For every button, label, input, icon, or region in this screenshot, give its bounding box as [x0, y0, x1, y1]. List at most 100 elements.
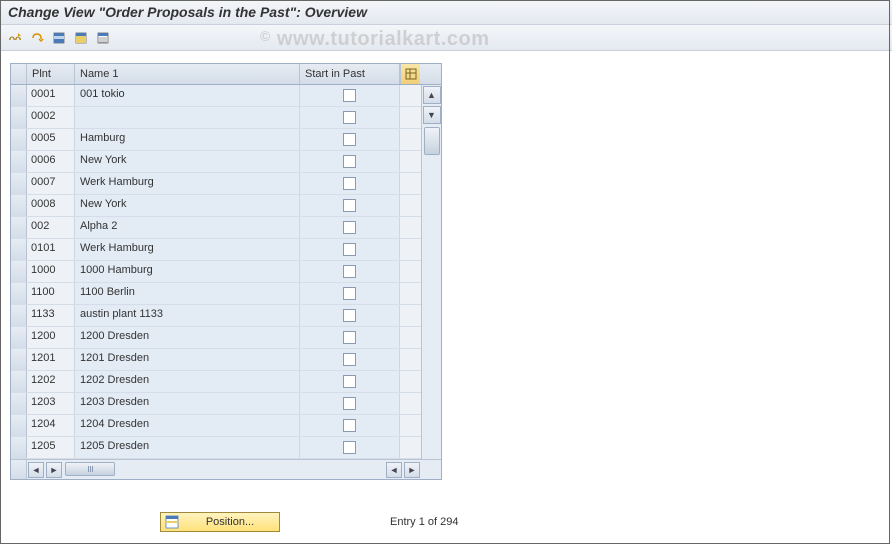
- checkbox[interactable]: [343, 265, 356, 278]
- cell-start[interactable]: [300, 173, 400, 194]
- cell-plnt[interactable]: 1200: [27, 327, 75, 348]
- checkbox[interactable]: [343, 397, 356, 410]
- row-selector[interactable]: [11, 261, 27, 282]
- cell-name[interactable]: 1203 Dresden: [75, 393, 300, 414]
- checkbox[interactable]: [343, 155, 356, 168]
- cell-name[interactable]: austin plant 1133: [75, 305, 300, 326]
- cell-plnt[interactable]: 0005: [27, 129, 75, 150]
- checkbox[interactable]: [343, 419, 356, 432]
- cell-plnt[interactable]: 002: [27, 217, 75, 238]
- cell-plnt[interactable]: 1203: [27, 393, 75, 414]
- cell-start[interactable]: [300, 371, 400, 392]
- cell-plnt[interactable]: 0101: [27, 239, 75, 260]
- row-selector[interactable]: [11, 217, 27, 238]
- checkbox[interactable]: [343, 199, 356, 212]
- row-selector[interactable]: [11, 173, 27, 194]
- cell-plnt[interactable]: 1000: [27, 261, 75, 282]
- checkbox[interactable]: [343, 89, 356, 102]
- vscroll-track[interactable]: [423, 125, 441, 459]
- row-selector[interactable]: [11, 129, 27, 150]
- cell-name[interactable]: Werk Hamburg: [75, 173, 300, 194]
- cell-plnt[interactable]: 0007: [27, 173, 75, 194]
- cell-start[interactable]: [300, 129, 400, 150]
- cell-plnt[interactable]: 0006: [27, 151, 75, 172]
- cell-start[interactable]: [300, 437, 400, 458]
- cell-plnt[interactable]: 0008: [27, 195, 75, 216]
- deselect-all-button[interactable]: [94, 29, 112, 47]
- other-view-button[interactable]: [6, 29, 24, 47]
- cell-name[interactable]: Hamburg: [75, 129, 300, 150]
- cell-plnt[interactable]: 1204: [27, 415, 75, 436]
- undo-button[interactable]: [28, 29, 46, 47]
- scroll-left-button[interactable]: ◄: [28, 462, 44, 478]
- cell-name[interactable]: New York: [75, 195, 300, 216]
- row-selector[interactable]: [11, 151, 27, 172]
- cell-name[interactable]: Werk Hamburg: [75, 239, 300, 260]
- scroll-right-button[interactable]: ►: [46, 462, 62, 478]
- row-selector[interactable]: [11, 283, 27, 304]
- position-button[interactable]: Position...: [160, 512, 280, 532]
- cell-plnt[interactable]: 0001: [27, 85, 75, 106]
- row-selector[interactable]: [11, 239, 27, 260]
- table-config-button[interactable]: [400, 64, 420, 84]
- cell-name[interactable]: 001 tokio: [75, 85, 300, 106]
- row-selector[interactable]: [11, 107, 27, 128]
- row-selector[interactable]: [11, 305, 27, 326]
- checkbox[interactable]: [343, 243, 356, 256]
- checkbox[interactable]: [343, 133, 356, 146]
- scroll-left-end-button[interactable]: ◄: [386, 462, 402, 478]
- scroll-down-button[interactable]: ▼: [423, 106, 441, 124]
- cell-name[interactable]: 1204 Dresden: [75, 415, 300, 436]
- checkbox[interactable]: [343, 331, 356, 344]
- cell-start[interactable]: [300, 151, 400, 172]
- hscroll-thumb[interactable]: [65, 462, 115, 476]
- column-header-start[interactable]: Start in Past: [300, 64, 400, 84]
- cell-name[interactable]: New York: [75, 151, 300, 172]
- cell-name[interactable]: Alpha 2: [75, 217, 300, 238]
- checkbox[interactable]: [343, 309, 356, 322]
- cell-name[interactable]: 1000 Hamburg: [75, 261, 300, 282]
- cell-start[interactable]: [300, 349, 400, 370]
- checkbox[interactable]: [343, 177, 356, 190]
- row-selector[interactable]: [11, 393, 27, 414]
- cell-plnt[interactable]: 1202: [27, 371, 75, 392]
- row-selector[interactable]: [11, 349, 27, 370]
- checkbox[interactable]: [343, 111, 356, 124]
- checkbox[interactable]: [343, 221, 356, 234]
- row-selector[interactable]: [11, 415, 27, 436]
- vscroll-thumb[interactable]: [424, 127, 440, 155]
- hscroll-track[interactable]: [64, 462, 244, 478]
- vertical-scrollbar[interactable]: ▲ ▼: [421, 85, 441, 459]
- cell-start[interactable]: [300, 415, 400, 436]
- row-selector[interactable]: [11, 437, 27, 458]
- select-all-button[interactable]: [50, 29, 68, 47]
- cell-start[interactable]: [300, 261, 400, 282]
- checkbox[interactable]: [343, 441, 356, 454]
- cell-name[interactable]: 1200 Dresden: [75, 327, 300, 348]
- cell-start[interactable]: [300, 305, 400, 326]
- cell-name[interactable]: 1205 Dresden: [75, 437, 300, 458]
- column-header-plnt[interactable]: Plnt: [27, 64, 75, 84]
- cell-plnt[interactable]: 1205: [27, 437, 75, 458]
- cell-start[interactable]: [300, 107, 400, 128]
- row-selector[interactable]: [11, 195, 27, 216]
- row-selector-header[interactable]: [11, 64, 27, 84]
- cell-plnt[interactable]: 1201: [27, 349, 75, 370]
- row-selector[interactable]: [11, 371, 27, 392]
- checkbox[interactable]: [343, 375, 356, 388]
- cell-start[interactable]: [300, 85, 400, 106]
- checkbox[interactable]: [343, 353, 356, 366]
- cell-name[interactable]: [75, 107, 300, 128]
- cell-name[interactable]: 1201 Dresden: [75, 349, 300, 370]
- cell-plnt[interactable]: 0002: [27, 107, 75, 128]
- row-selector[interactable]: [11, 85, 27, 106]
- cell-plnt[interactable]: 1133: [27, 305, 75, 326]
- column-header-name[interactable]: Name 1: [75, 64, 300, 84]
- scroll-right-end-button[interactable]: ►: [404, 462, 420, 478]
- select-block-button[interactable]: [72, 29, 90, 47]
- checkbox[interactable]: [343, 287, 356, 300]
- cell-start[interactable]: [300, 327, 400, 348]
- scroll-up-button[interactable]: ▲: [423, 86, 441, 104]
- cell-start[interactable]: [300, 217, 400, 238]
- cell-name[interactable]: 1100 Berlin: [75, 283, 300, 304]
